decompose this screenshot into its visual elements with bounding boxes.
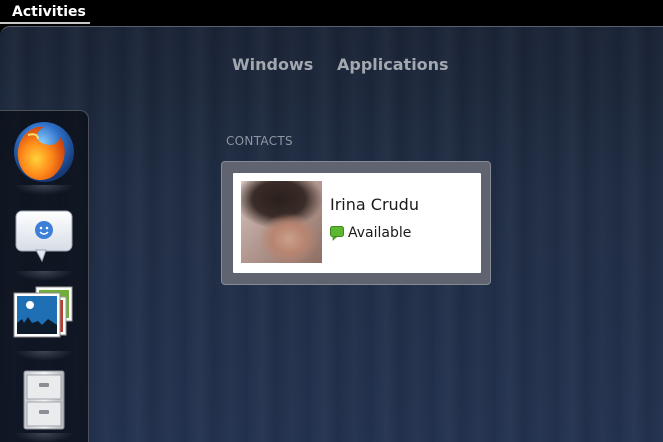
dash-item-reflection — [14, 433, 74, 442]
contact-name: Irina Crudu — [330, 195, 419, 214]
dash — [0, 110, 89, 442]
photo-viewer-icon — [13, 286, 73, 338]
contact-result[interactable]: Irina Crudu Available — [221, 161, 491, 285]
dash-item-files[interactable] — [8, 365, 80, 442]
presence-status-label: Available — [348, 225, 412, 241]
file-cabinet-icon — [23, 370, 65, 430]
dash-item-reflection — [14, 351, 74, 361]
tab-windows[interactable]: Windows — [232, 55, 313, 75]
activities-button[interactable]: Activities — [0, 0, 90, 24]
available-status-icon — [330, 226, 344, 241]
avatar — [241, 181, 322, 263]
dash-item-photos[interactable] — [8, 283, 80, 361]
dash-item-empathy[interactable] — [8, 203, 80, 281]
view-selector: Windows Applications — [0, 55, 663, 77]
firefox-icon — [14, 122, 74, 182]
tab-applications[interactable]: Applications — [337, 55, 449, 75]
dash-item-reflection — [14, 271, 74, 281]
dash-item-reflection — [14, 185, 74, 195]
dash-item-firefox[interactable] — [8, 117, 80, 195]
empathy-chat-icon — [15, 210, 73, 263]
top-panel: Activities — [0, 0, 663, 26]
contact-card[interactable]: Irina Crudu Available — [233, 173, 481, 273]
contacts-section-title: CONTACTS — [226, 134, 293, 148]
activities-underline — [0, 22, 90, 24]
